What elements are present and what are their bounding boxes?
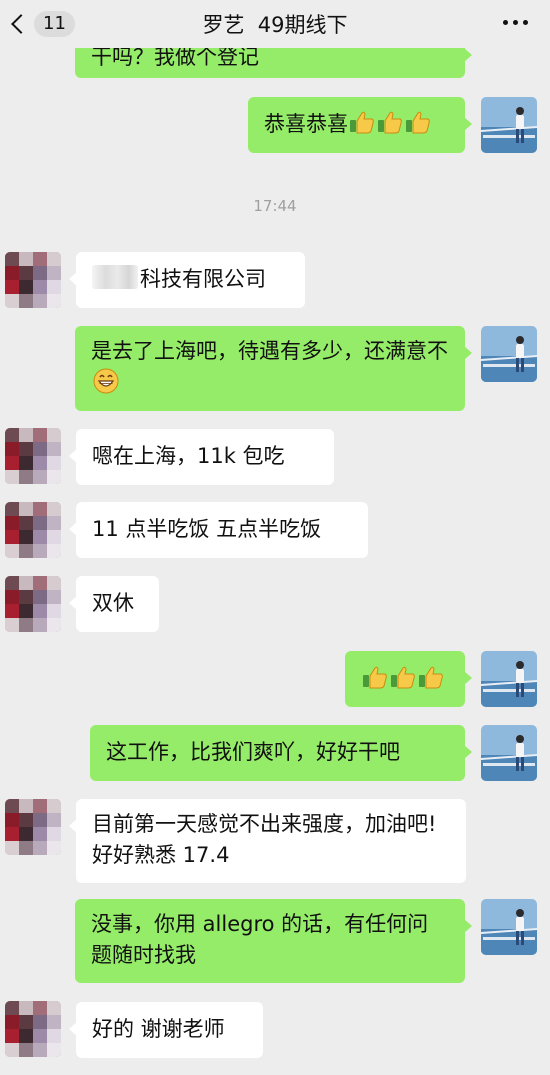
message-text: 是去了上海吧，待遇有多少，还满意不 — [91, 339, 448, 363]
message-text: 科技有限公司 — [140, 267, 266, 291]
message-text: 干吗？我做个登记 — [91, 45, 259, 69]
message-bubble-outgoing[interactable]: 是去了上海吧，待遇有多少，还满意不 — [75, 326, 472, 411]
message-text: 11 点半吃饭 五点半吃饭 — [92, 517, 322, 541]
self-avatar[interactable] — [481, 899, 537, 955]
self-avatar[interactable] — [481, 651, 537, 707]
chat-title: 罗艺 49期线下 — [202, 13, 348, 37]
contact-avatar[interactable] — [5, 502, 61, 558]
message-text: 目前第一天感觉不出来强度，加油吧!好好熟悉 17.4 — [92, 812, 437, 867]
chat-area[interactable]: 干吗？我做个登记 恭喜恭喜 17:44 科技有限公司 是去了上海吧，待遇有多少，… — [0, 0, 550, 1075]
self-avatar[interactable] — [481, 326, 537, 382]
message-bubble-outgoing[interactable]: 没事，你用 allegro 的话，有任何问题随时找我 — [75, 899, 472, 983]
redacted-text — [92, 265, 138, 289]
message-text: 嗯在上海，11k 包吃 — [92, 444, 285, 468]
message-bubble-incoming[interactable]: 科技有限公司 — [69, 252, 305, 308]
message-bubble-outgoing[interactable]: 这工作，比我们爽吖，好好干吧 — [90, 725, 472, 781]
message-text: 双休 — [92, 591, 134, 615]
message-text: 没事，你用 allegro 的话，有任何问题随时找我 — [91, 912, 429, 967]
thumbs-up-emoji-icon — [363, 666, 387, 689]
more-dot — [513, 20, 518, 25]
message-text: 这工作，比我们爽吖，好好干吧 — [106, 740, 400, 764]
thumbs-up-emoji-icon — [350, 111, 374, 134]
grin-emoji-icon — [93, 368, 119, 394]
self-avatar[interactable] — [481, 725, 537, 781]
contact-avatar[interactable] — [5, 576, 61, 632]
more-dot — [523, 20, 528, 25]
message-bubble-incoming[interactable]: 双休 — [69, 576, 159, 632]
contact-avatar[interactable] — [5, 252, 61, 308]
thumbs-up-emoji-icon — [419, 666, 443, 689]
thumbs-up-emoji-icon — [391, 666, 415, 689]
message-bubble-incoming[interactable]: 11 点半吃饭 五点半吃饭 — [69, 502, 368, 558]
more-dots-icon — [503, 20, 508, 25]
message-bubble-incoming[interactable]: 好的 谢谢老师 — [69, 1002, 263, 1058]
more-options-button[interactable] — [503, 14, 528, 31]
chat-header: 11 罗艺 49期线下 — [0, 0, 550, 48]
message-bubble-incoming[interactable]: 目前第一天感觉不出来强度，加油吧!好好熟悉 17.4 — [69, 799, 466, 883]
message-bubble-outgoing[interactable]: 恭喜恭喜 — [248, 97, 472, 153]
message-timestamp: 17:44 — [253, 197, 297, 215]
self-avatar[interactable] — [481, 97, 537, 153]
contact-avatar[interactable] — [5, 799, 61, 855]
contact-avatar[interactable] — [5, 1001, 61, 1057]
message-text: 好的 谢谢老师 — [92, 1017, 225, 1041]
message-bubble-incoming[interactable]: 嗯在上海，11k 包吃 — [69, 429, 334, 485]
thumbs-up-emoji-icon — [378, 111, 402, 134]
message-text: 恭喜恭喜 — [264, 112, 348, 136]
thumbs-up-emoji-icon — [406, 111, 430, 134]
message-bubble-outgoing[interactable] — [345, 651, 472, 707]
contact-avatar[interactable] — [5, 428, 61, 484]
